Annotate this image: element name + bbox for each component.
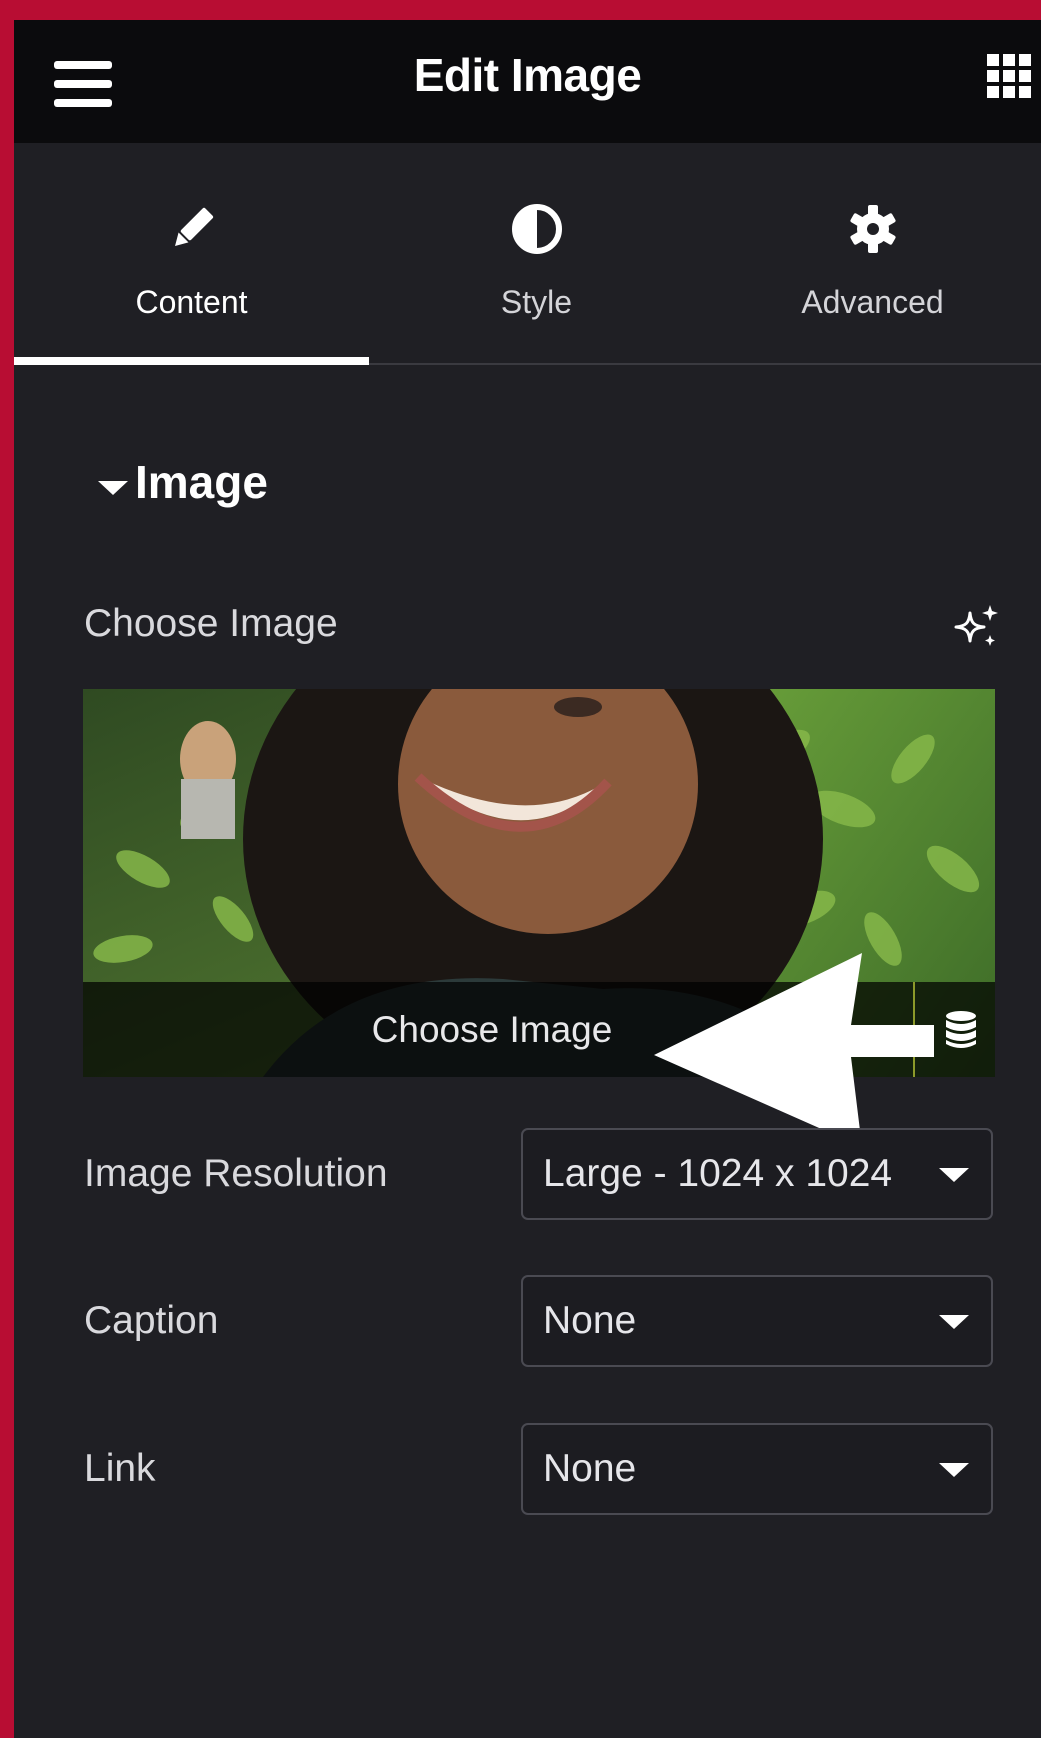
image-resolution-label: Image Resolution — [84, 1152, 388, 1195]
link-label: Link — [84, 1447, 156, 1490]
sparkle-ai-icon[interactable] — [952, 603, 1000, 651]
image-resolution-select[interactable]: Large - 1024 x 1024 — [521, 1128, 993, 1220]
caption-select[interactable]: None — [521, 1275, 993, 1367]
tab-style-label: Style — [500, 284, 573, 320]
tab-advanced[interactable]: Advanced — [704, 143, 1041, 363]
caption-label: Caption — [84, 1299, 219, 1342]
panel-header: Edit Image — [14, 20, 1041, 143]
tab-style[interactable]: Style — [369, 143, 704, 363]
link-value: None — [543, 1447, 637, 1490]
contrast-half-circle-icon — [511, 203, 563, 255]
link-select[interactable]: None — [521, 1423, 993, 1515]
chevron-down-icon — [939, 1463, 969, 1477]
panel-title: Edit Image — [413, 49, 642, 101]
section-title: Image — [135, 456, 268, 508]
caption-value: None — [543, 1299, 637, 1342]
image-resolution-value: Large - 1024 x 1024 — [543, 1152, 893, 1195]
tab-content-label: Content — [135, 284, 248, 320]
caret-down-icon — [98, 481, 128, 495]
tab-advanced-label: Advanced — [801, 284, 944, 320]
active-tab-indicator — [14, 357, 369, 365]
chevron-down-icon — [939, 1315, 969, 1329]
gear-icon — [847, 203, 899, 255]
elementor-panel: Edit Image Content Style Advanced Image … — [14, 20, 1041, 1738]
choose-image-label: Choose Image — [84, 602, 338, 645]
grid-apps-icon[interactable] — [985, 52, 1033, 100]
chevron-down-icon — [939, 1168, 969, 1182]
panel-tabs: Content Style Advanced — [14, 143, 1041, 365]
tab-content[interactable]: Content — [14, 143, 369, 365]
pencil-icon — [166, 203, 218, 255]
database-icon[interactable] — [943, 1010, 979, 1050]
